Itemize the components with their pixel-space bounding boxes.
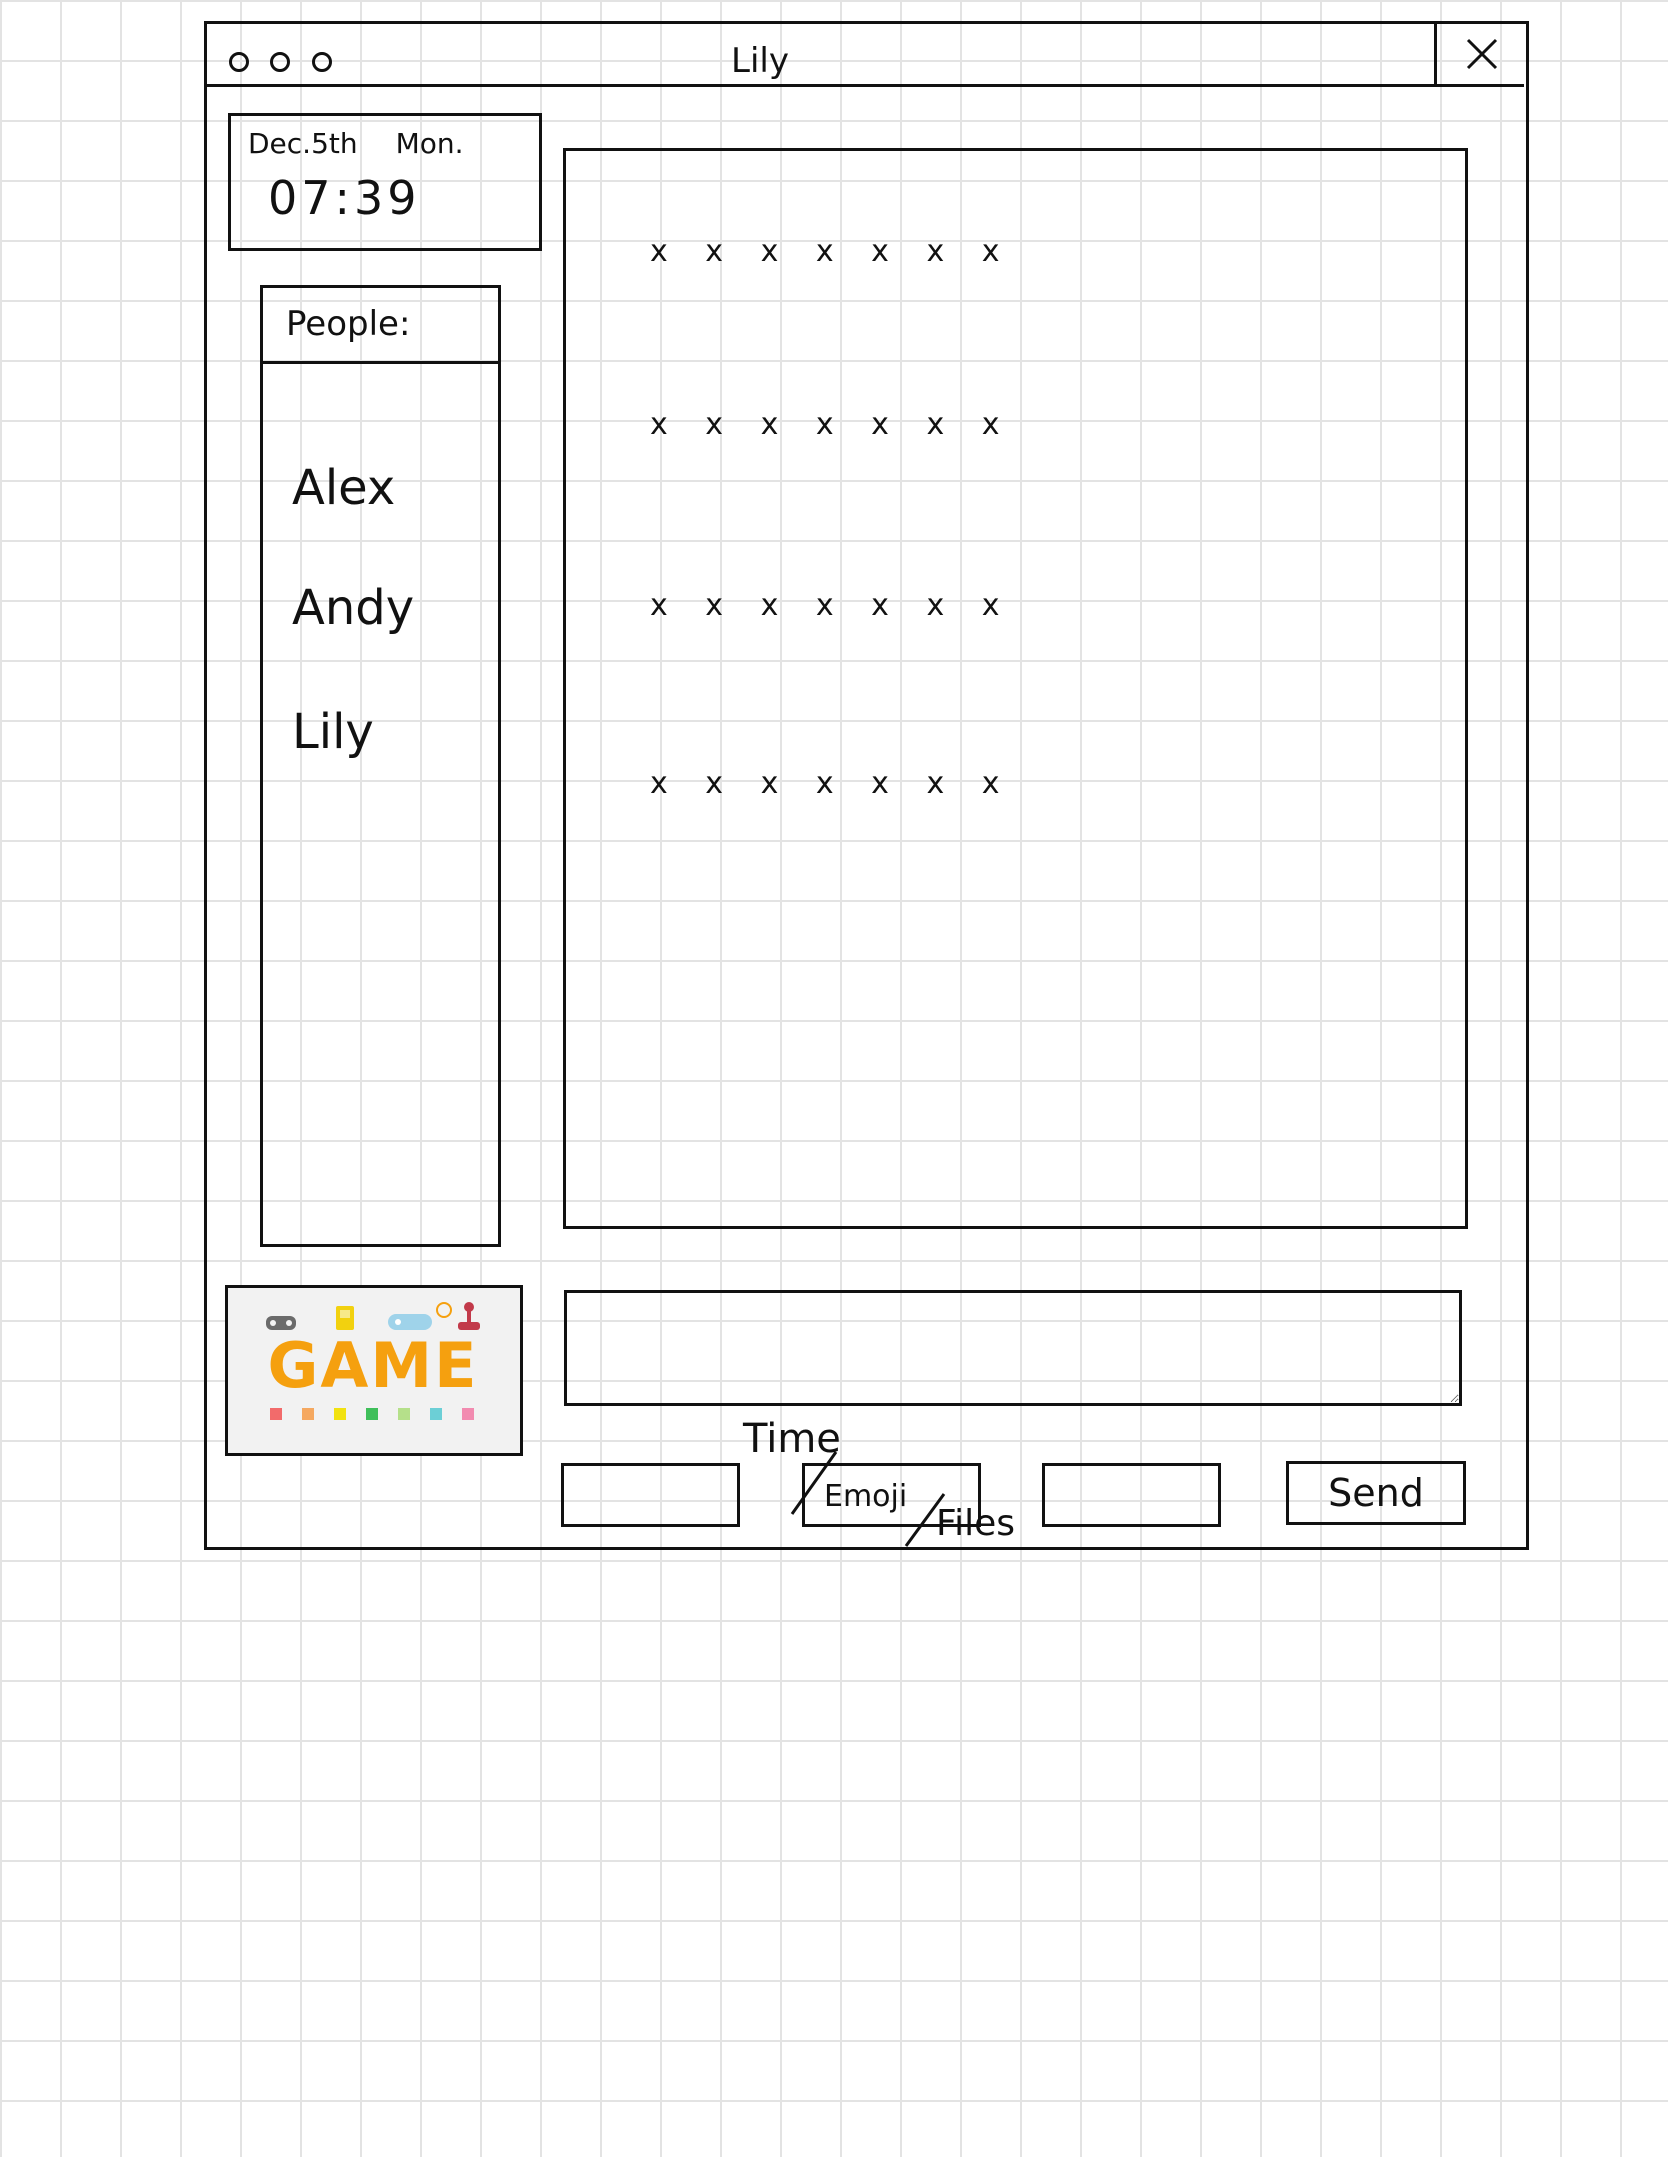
chat-message: x x x x x x x — [650, 407, 1014, 442]
window-dot-icon[interactable] — [270, 52, 290, 72]
titlebar-divider — [204, 84, 1524, 87]
date-text: Dec.5th — [248, 127, 358, 160]
people-list-item[interactable]: Andy — [292, 576, 482, 640]
date-line: Dec.5th Mon. — [248, 122, 533, 166]
chat-message: x x x x x x x — [650, 588, 1014, 623]
game-logo-word: GAME — [267, 1329, 479, 1402]
annotation-slash — [790, 1451, 838, 1515]
chat-messages-area[interactable] — [563, 148, 1468, 1229]
logo-square — [430, 1408, 442, 1420]
chat-message: x x x x x x x — [650, 234, 1014, 269]
chat-message: x x x x x x x — [650, 766, 1014, 801]
window-dot-icon[interactable] — [312, 52, 332, 72]
logo-square — [366, 1408, 378, 1420]
files-button[interactable] — [1042, 1463, 1221, 1527]
files-label: Files — [936, 1503, 1015, 1544]
message-input[interactable] — [564, 1290, 1462, 1406]
people-header: People: — [286, 304, 411, 344]
close-icon — [1466, 38, 1498, 70]
people-list-item[interactable]: Lily — [292, 700, 482, 764]
weekday-text: Mon. — [395, 127, 464, 160]
logo-square — [302, 1408, 314, 1420]
logo-square — [398, 1408, 410, 1420]
window-title: Lily — [731, 41, 789, 81]
send-button[interactable]: Send — [1286, 1461, 1466, 1525]
close-button[interactable] — [1440, 24, 1524, 84]
people-panel — [260, 285, 501, 1247]
annotation-slash — [904, 1493, 946, 1547]
time-button[interactable] — [561, 1463, 740, 1527]
logo-square — [270, 1408, 282, 1420]
logo-square — [462, 1408, 474, 1420]
close-divider — [1434, 24, 1437, 86]
window-dot-icon[interactable] — [229, 52, 249, 72]
people-list-item[interactable]: Alex — [292, 456, 482, 520]
logo-square — [334, 1408, 346, 1420]
clock-time: 07:39 — [268, 171, 421, 225]
people-header-divider — [260, 361, 501, 364]
